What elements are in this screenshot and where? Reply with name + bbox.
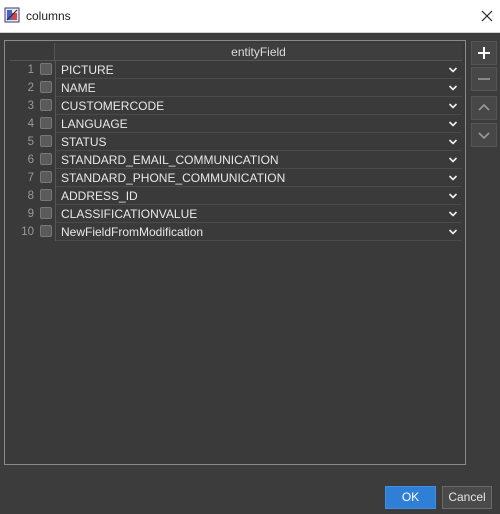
entityfield-value: STANDARD_EMAIL_COMMUNICATION	[61, 153, 279, 167]
table-row: 10 NewFieldFromModification	[10, 223, 462, 241]
row-number: 2	[27, 82, 34, 94]
cancel-button[interactable]: Cancel	[442, 486, 492, 509]
entityfield-select[interactable]: STANDARD_EMAIL_COMMUNICATION	[56, 151, 462, 169]
chevron-down-icon	[448, 193, 458, 199]
window-title: columns	[26, 9, 71, 23]
row-checkbox[interactable]	[40, 189, 52, 201]
entityfield-value: STANDARD_PHONE_COMMUNICATION	[61, 171, 286, 185]
row-checkbox[interactable]	[40, 81, 52, 93]
column-header-entityfield: entityField	[55, 43, 462, 61]
row-number: 10	[21, 226, 34, 238]
minus-icon	[478, 78, 490, 80]
entityfield-select[interactable]: NAME	[56, 79, 462, 97]
row-checkbox[interactable]	[40, 153, 52, 165]
entityfield-value: NAME	[61, 81, 96, 95]
row-checkbox[interactable]	[40, 117, 52, 129]
columns-table-panel: entityField 1 PICTURE 2 NAME 3 CUSTOMERCODE 4 L…	[4, 40, 466, 465]
entityfield-select[interactable]: ADDRESS_ID	[56, 187, 462, 205]
entityfield-value: ADDRESS_ID	[61, 189, 138, 203]
row-checkbox[interactable]	[40, 63, 52, 75]
chevron-down-icon	[448, 85, 458, 91]
entityfield-value: STATUS	[61, 135, 107, 149]
row-checkbox[interactable]	[40, 207, 52, 219]
chevron-down-icon	[478, 132, 490, 140]
entityfield-select[interactable]: STANDARD_PHONE_COMMUNICATION	[56, 169, 462, 187]
row-number: 1	[27, 64, 34, 76]
title-bar: columns	[0, 0, 500, 33]
entityfield-select[interactable]: CUSTOMERCODE	[56, 97, 462, 115]
chevron-down-icon	[448, 67, 458, 73]
row-checkbox[interactable]	[40, 99, 52, 111]
entityfield-value: CLASSIFICATIONVALUE	[61, 207, 198, 221]
table-row: 8 ADDRESS_ID	[10, 187, 462, 205]
row-number: 4	[27, 118, 34, 130]
row-number: 8	[27, 190, 34, 202]
remove-row-button[interactable]	[471, 67, 497, 91]
chevron-down-icon	[448, 229, 458, 235]
chevron-down-icon	[448, 121, 458, 127]
ok-button[interactable]: OK	[385, 486, 436, 509]
chevron-down-icon	[448, 139, 458, 145]
row-number: 6	[27, 154, 34, 166]
move-down-button[interactable]	[471, 123, 497, 147]
table-row: 5 STATUS	[10, 133, 462, 151]
table-row: 1 PICTURE	[10, 61, 462, 79]
row-number: 7	[27, 172, 34, 184]
chevron-down-icon	[448, 157, 458, 163]
add-row-button[interactable]	[471, 41, 497, 65]
close-icon	[481, 10, 493, 22]
row-checkbox[interactable]	[40, 135, 52, 147]
table-corner-cell	[10, 43, 55, 61]
entityfield-value: CUSTOMERCODE	[61, 99, 165, 113]
entityfield-select[interactable]: LANGUAGE	[56, 115, 462, 133]
table-row: 2 NAME	[10, 79, 462, 97]
entityfield-select[interactable]: STATUS	[56, 133, 462, 151]
table-row: 9 CLASSIFICATIONVALUE	[10, 205, 462, 223]
table-row: 3 CUSTOMERCODE	[10, 97, 462, 115]
chevron-down-icon	[448, 103, 458, 109]
table-body: 1 PICTURE 2 NAME 3 CUSTOMERCODE 4 LANGUAGE 5 STAT…	[10, 61, 462, 241]
chevron-up-icon	[478, 103, 490, 111]
table-row: 6 STANDARD_EMAIL_COMMUNICATION	[10, 151, 462, 169]
table-row: 4 LANGUAGE	[10, 115, 462, 133]
editor-window-icon	[4, 7, 20, 23]
row-checkbox[interactable]	[40, 225, 52, 237]
table-header: entityField	[10, 43, 462, 61]
move-up-button[interactable]	[471, 96, 497, 120]
entityfield-select[interactable]: CLASSIFICATIONVALUE	[56, 205, 462, 223]
chevron-down-icon	[448, 175, 458, 181]
chevron-down-icon	[448, 211, 458, 217]
row-checkbox[interactable]	[40, 171, 52, 183]
entityfield-value: NewFieldFromModification	[61, 225, 204, 239]
close-button[interactable]	[474, 0, 500, 32]
entityfield-value: PICTURE	[61, 63, 114, 77]
table-row: 7 STANDARD_PHONE_COMMUNICATION	[10, 169, 462, 187]
row-number: 9	[27, 208, 34, 220]
columns-table: entityField 1 PICTURE 2 NAME 3 CUSTOMERCODE 4 L…	[10, 43, 462, 241]
plus-icon	[478, 47, 490, 59]
entityfield-value: LANGUAGE	[61, 117, 128, 131]
entityfield-select[interactable]: NewFieldFromModification	[56, 223, 462, 241]
row-number: 5	[27, 136, 34, 148]
row-number: 3	[27, 100, 34, 112]
entityfield-select[interactable]: PICTURE	[56, 61, 462, 79]
